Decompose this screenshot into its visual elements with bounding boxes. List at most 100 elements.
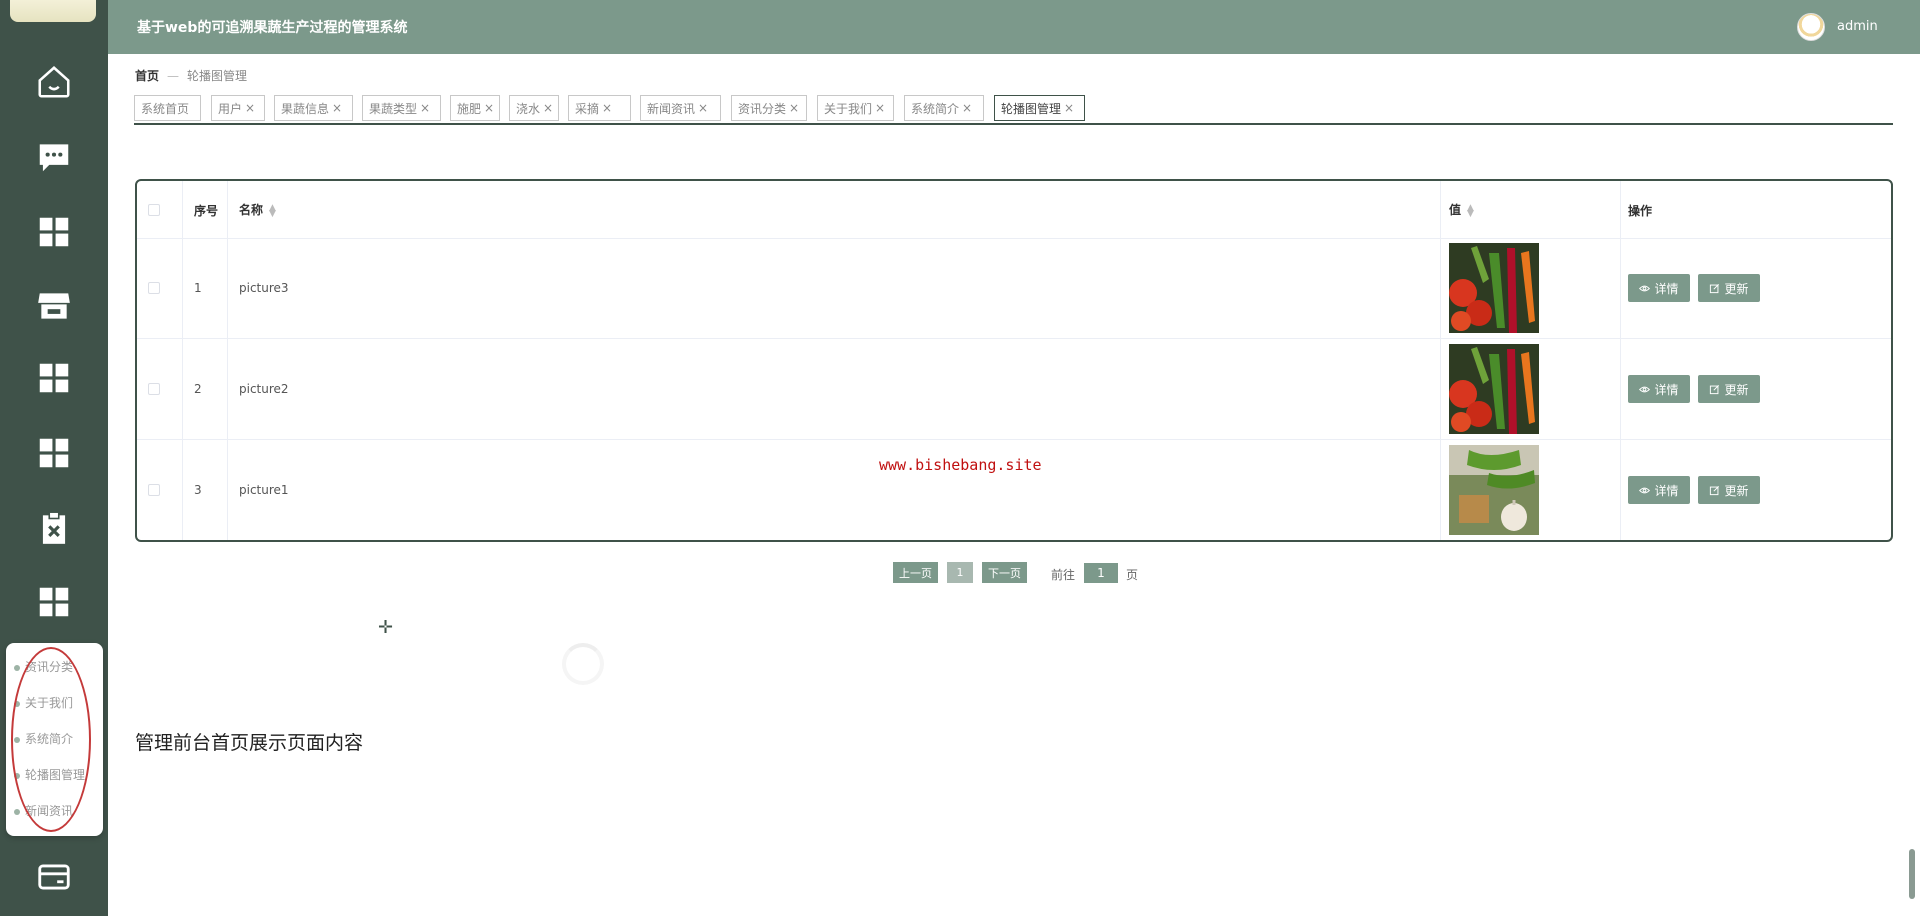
edit-icon xyxy=(1710,384,1720,394)
grid-icon[interactable] xyxy=(34,433,74,473)
submenu-item-about-us[interactable]: 关于我们 xyxy=(14,694,73,711)
update-label: 更新 xyxy=(1724,483,1749,498)
header-index: 序号 xyxy=(194,204,219,218)
detail-label: 详情 xyxy=(1654,281,1679,296)
close-icon[interactable]: × xyxy=(245,101,255,115)
sort-icon[interactable]: ▲ ▼ xyxy=(269,203,276,218)
detail-button[interactable]: 详情 xyxy=(1628,274,1690,302)
breadcrumb-home[interactable]: 首页 xyxy=(135,69,159,83)
detail-label: 详情 xyxy=(1654,382,1679,397)
tab-label: 轮播图管理 xyxy=(1001,101,1062,116)
close-icon[interactable]: × xyxy=(420,101,430,115)
avatar[interactable] xyxy=(1797,13,1825,41)
page-number-1[interactable]: 1 xyxy=(947,562,973,583)
tab-label: 系统首页 xyxy=(141,101,190,116)
header-name: 名称 xyxy=(239,203,264,217)
grid-icon[interactable] xyxy=(34,358,74,398)
tab[interactable]: 关于我们 × xyxy=(817,95,894,121)
close-icon[interactable]: × xyxy=(543,101,553,115)
breadcrumb: 首页 — 轮播图管理 xyxy=(135,67,247,84)
username[interactable]: admin xyxy=(1837,19,1878,34)
clipboard-x-icon[interactable] xyxy=(34,508,74,548)
row-checkbox[interactable] xyxy=(148,484,160,496)
header-action: 操作 xyxy=(1628,204,1653,218)
tab[interactable]: 系统简介 × xyxy=(904,95,984,121)
header: 基于web的可追溯果蔬生产过程的管理系统 admin xyxy=(108,0,1920,54)
submenu-item-system-intro[interactable]: 系统简介 xyxy=(14,730,73,747)
column-divider xyxy=(1440,181,1441,540)
tab-label: 用户 xyxy=(218,101,243,116)
edit-icon xyxy=(1710,283,1720,293)
update-button[interactable]: 更新 xyxy=(1698,274,1760,302)
detail-button[interactable]: 详情 xyxy=(1628,476,1690,504)
card-icon[interactable] xyxy=(34,857,74,897)
tab[interactable]: 新闻资讯 × xyxy=(640,95,721,121)
tab[interactable]: 果蔬类型 × xyxy=(362,95,441,121)
close-icon[interactable]: × xyxy=(698,101,708,115)
next-page-button[interactable]: 下一页 xyxy=(982,562,1027,583)
store-icon[interactable] xyxy=(34,286,74,326)
row-image xyxy=(1449,344,1539,434)
tab[interactable]: 采摘 × xyxy=(568,95,631,121)
column-divider xyxy=(1620,181,1621,540)
column-divider xyxy=(227,181,228,540)
data-table: 序号 名称 ▲ ▼ 值 ▲ ▼ 操作 1 picture3 详情 更新 2 picture2 详情更… xyxy=(135,179,1893,542)
close-icon[interactable]: × xyxy=(332,101,342,115)
row-name: picture3 xyxy=(239,281,289,295)
header-name-wrap[interactable]: 名称 ▲ ▼ xyxy=(239,201,276,218)
submenu-item-carousel-manage[interactable]: 轮播图管理 xyxy=(14,766,85,783)
tab-label: 浇水 xyxy=(516,101,541,116)
tab-label: 采摘 xyxy=(575,101,600,116)
select-all-checkbox[interactable] xyxy=(148,204,160,216)
row-checkbox[interactable] xyxy=(148,383,160,395)
row-divider xyxy=(137,338,1891,339)
update-button[interactable]: 更新 xyxy=(1698,476,1760,504)
row-image xyxy=(1449,445,1539,535)
tab-label: 新闻资讯 xyxy=(647,101,696,116)
scrollbar[interactable] xyxy=(1909,849,1915,899)
eye-icon xyxy=(1639,285,1651,291)
sidebar: 资讯分类 关于我们 系统简介 轮播图管理 新闻资讯 xyxy=(0,0,108,916)
sort-icon[interactable]: ▲ ▼ xyxy=(1467,203,1474,218)
prev-page-button[interactable]: 上一页 xyxy=(893,562,938,583)
submenu-item-news-category[interactable]: 资讯分类 xyxy=(14,658,73,675)
tab[interactable]: 用户 × xyxy=(211,95,265,121)
goto-suffix: 页 xyxy=(1126,568,1139,582)
tab[interactable]: 系统首页 xyxy=(134,95,201,121)
submenu-popup: 资讯分类 关于我们 系统简介 轮播图管理 新闻资讯 xyxy=(6,643,103,836)
close-icon[interactable]: × xyxy=(875,101,885,115)
row-index: 2 xyxy=(194,382,202,396)
tab[interactable]: 浇水 × xyxy=(509,95,559,121)
detail-button[interactable]: 详情 xyxy=(1628,375,1690,403)
chat-icon[interactable] xyxy=(34,137,74,177)
tab[interactable]: 果蔬信息 × xyxy=(274,95,353,121)
tab-label: 系统简介 xyxy=(911,101,960,116)
update-button[interactable]: 更新 xyxy=(1698,375,1760,403)
app-title: 基于web的可追溯果蔬生产过程的管理系统 xyxy=(137,20,408,36)
tab[interactable]: 轮播图管理 × xyxy=(994,95,1085,121)
close-icon[interactable]: × xyxy=(602,101,612,115)
row-divider xyxy=(137,238,1891,239)
home-icon[interactable] xyxy=(34,62,74,102)
close-icon[interactable]: × xyxy=(789,101,799,115)
tab[interactable]: 资讯分类 × xyxy=(731,95,807,121)
tab-label: 资讯分类 xyxy=(738,101,787,116)
grid-icon[interactable] xyxy=(34,212,74,252)
tab-label: 果蔬类型 xyxy=(369,101,418,116)
breadcrumb-separator: — xyxy=(167,69,180,83)
tab[interactable]: 施肥 × xyxy=(450,95,500,121)
goto-page-input[interactable]: 1 xyxy=(1084,563,1118,583)
close-icon[interactable]: × xyxy=(1064,101,1074,115)
header-value-wrap[interactable]: 值 ▲ ▼ xyxy=(1449,201,1474,218)
tab-label: 关于我们 xyxy=(824,101,873,116)
close-icon[interactable]: × xyxy=(484,101,494,115)
close-icon[interactable]: × xyxy=(962,101,972,115)
update-label: 更新 xyxy=(1724,382,1749,397)
update-label: 更新 xyxy=(1724,281,1749,296)
row-checkbox[interactable] xyxy=(148,282,160,294)
row-index: 3 xyxy=(194,483,202,497)
row-name: picture2 xyxy=(239,382,289,396)
grid-icon[interactable] xyxy=(34,582,74,622)
front-page-text: 管理前台首页展示页面内容 xyxy=(135,732,364,754)
submenu-item-news[interactable]: 新闻资讯 xyxy=(14,802,73,819)
